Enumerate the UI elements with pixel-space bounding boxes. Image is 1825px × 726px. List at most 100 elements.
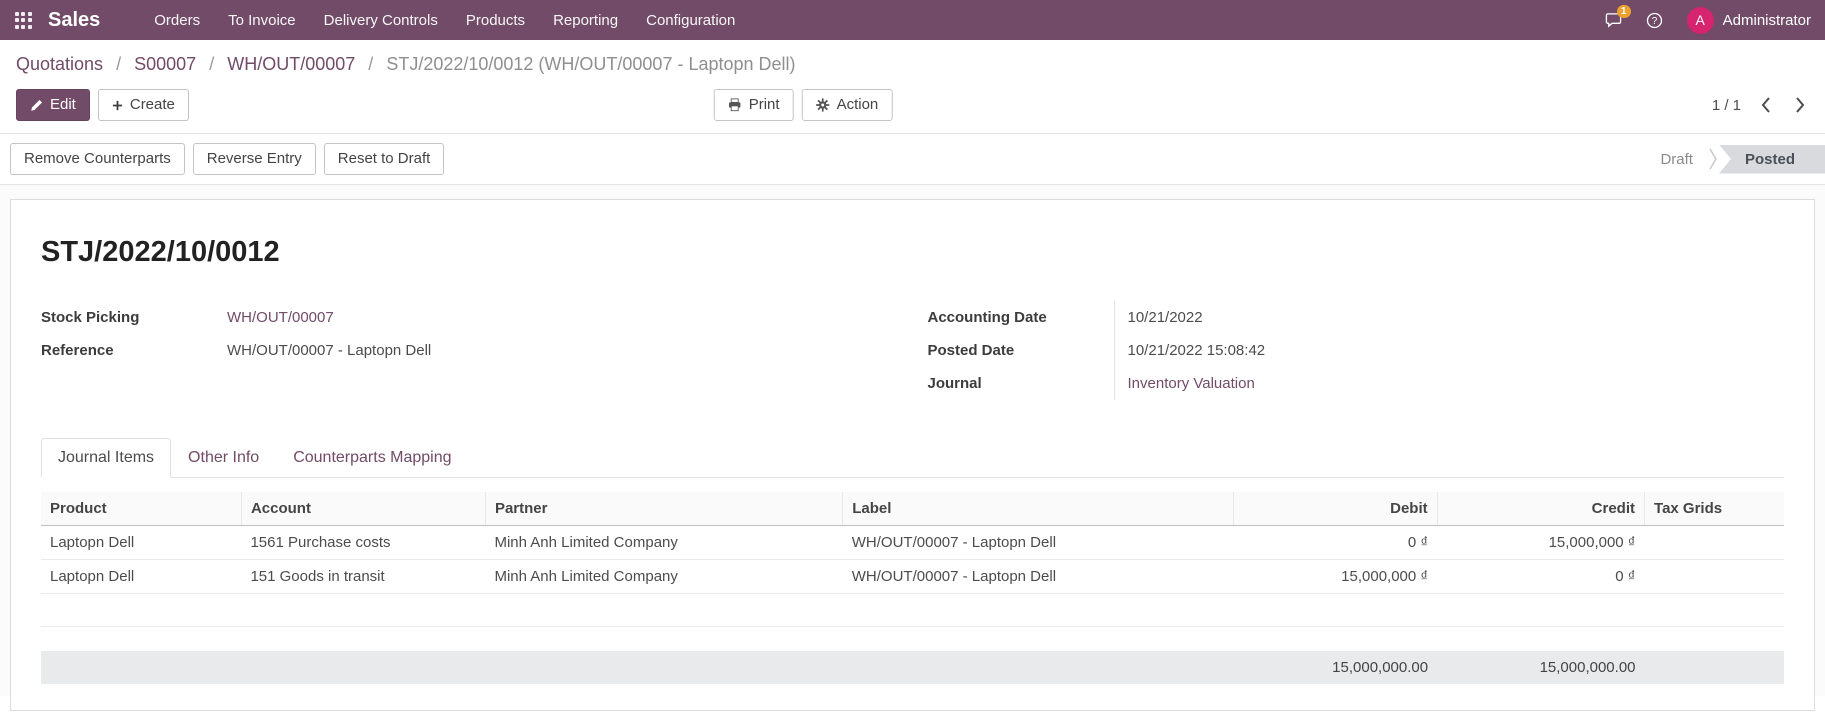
accounting-date-value: 10/21/2022 [1127,309,1203,326]
nav-item-configuration[interactable]: Configuration [632,0,749,40]
column-header-product[interactable]: Product [41,492,242,526]
tab-journal-items[interactable]: Journal Items [41,438,172,478]
empty-table-row [41,593,1784,627]
column-header-partner[interactable]: Partner [484,492,843,526]
column-header-credit[interactable]: Credit [1436,492,1645,526]
nav-item-to-invoice[interactable]: To Invoice [214,0,310,40]
posted-date-value: 10/21/2022 15:08:42 [1127,342,1266,359]
status-draft[interactable]: Draft [1638,145,1715,174]
chevron-right-icon [1796,97,1805,113]
nav-item-reporting[interactable]: Reporting [539,0,632,40]
column-header-debit[interactable]: Debit [1232,492,1438,526]
nav-item-products[interactable]: Products [452,0,539,40]
table-row[interactable]: Laptopn Dell 1561 Purchase costs Minh An… [41,525,1784,560]
breadcrumb-separator: / [368,54,374,74]
nav-item-delivery-controls[interactable]: Delivery Controls [310,0,452,40]
cell-account: 1561 Purchase costs [241,525,486,560]
journal-value[interactable]: Inventory Valuation [1128,375,1255,392]
journal-items-table: Product Account Partner Label Debit Cred… [41,492,1784,684]
tab-counterparts-mapping[interactable]: Counterparts Mapping [276,438,468,478]
edit-button-label: Edit [50,96,76,113]
stock-picking-value[interactable]: WH/OUT/00007 [227,309,334,326]
pager-previous-button[interactable] [1757,95,1775,115]
form-sheet: STJ/2022/10/0012 Stock Picking WH/OUT/00… [10,199,1815,711]
pencil-icon [31,99,43,111]
field-label-accounting-date: Accounting Date [927,309,1047,326]
form-toolbar: Remove Counterparts Reverse Entry Reset … [0,134,1825,185]
cell-tax-grids [1644,559,1784,594]
cell-product: Laptopn Dell [41,525,242,560]
table-header-row: Product Account Partner Label Debit Cred… [41,492,1784,526]
nav-item-orders[interactable]: Orders [140,0,214,40]
reverse-entry-button[interactable]: Reverse Entry [192,143,316,175]
cell-partner: Minh Anh Limited Company [485,525,843,560]
field-accounting-date: Accounting Date 10/21/2022 [928,301,1785,334]
tab-other-info[interactable]: Other Info [171,438,276,478]
remove-counterparts-button[interactable]: Remove Counterparts [10,143,185,175]
field-stock-picking: Stock Picking WH/OUT/00007 [41,301,898,334]
totals-row: 15,000,000.00 15,000,000.00 [41,650,1784,684]
create-button[interactable]: Create [97,89,189,121]
navbar-systray: 1 ? A Administrator [1605,0,1825,40]
cell-partner: Minh Anh Limited Company [485,559,843,594]
cell-label: WH/OUT/00007 - Laptopn Dell [842,559,1234,594]
reset-to-draft-button[interactable]: Reset to Draft [323,143,445,175]
cell-debit: 15,000,000 ₫ [1233,559,1438,594]
avatar: A [1686,6,1714,34]
notification-badge: 1 [1616,4,1631,18]
pager-next-button[interactable] [1791,95,1809,115]
right-field-group: Accounting Date 10/21/2022 Posted Date 1… [928,301,1785,400]
help-button[interactable]: ? [1646,12,1663,29]
total-credit: 15,000,000.00 [1437,650,1645,684]
cell-credit: 15,000,000 ₫ [1437,525,1645,560]
field-reference: Reference WH/OUT/00007 - Laptopn Dell [41,334,898,367]
breadcrumb-link-quotations[interactable]: Quotations [16,54,103,74]
field-label-stock-picking: Stock Picking [41,309,140,326]
field-groups: Stock Picking WH/OUT/00007 Reference WH/… [41,301,1784,400]
cell-account: 151 Goods in transit [241,559,486,594]
form-view: STJ/2022/10/0012 Stock Picking WH/OUT/00… [0,185,1825,711]
table-row[interactable]: Laptopn Dell 151 Goods in transit Minh A… [41,559,1784,594]
breadcrumb-separator: / [116,54,122,74]
messages-button[interactable]: 1 [1605,4,1631,29]
field-journal: Journal Inventory Valuation [928,367,1785,400]
breadcrumb-current: STJ/2022/10/0012 (WH/OUT/00007 - Laptopn… [386,54,796,74]
left-field-group: Stock Picking WH/OUT/00007 Reference WH/… [41,301,898,400]
user-name: Administrator [1722,11,1811,29]
cell-credit: 0 ₫ [1437,559,1645,594]
create-button-label: Create [129,96,175,113]
field-label-posted-date: Posted Date [927,342,1015,359]
svg-text:?: ? [1651,15,1657,26]
statusbar: Draft Posted [1638,144,1825,174]
gear-icon [816,98,830,112]
field-label-journal: Journal [927,375,982,392]
total-debit: 15,000,000.00 [1233,650,1438,684]
chevron-left-icon [1761,97,1770,113]
breadcrumb-separator: / [209,54,215,74]
table-spacer [41,627,1784,651]
notebook-tabs: Journal Items Other Info Counterparts Ma… [41,438,1784,478]
apps-grid-icon [14,11,32,29]
app-name[interactable]: Sales [48,9,100,32]
breadcrumb: Quotations / S00007 / WH/OUT/00007 / STJ… [0,40,1825,83]
breadcrumb-link-s00007[interactable]: S00007 [134,54,196,74]
user-menu[interactable]: A Administrator [1686,0,1811,40]
edit-button[interactable]: Edit [16,89,90,121]
apps-menu-button[interactable] [0,0,46,40]
cell-debit: 0 ₫ [1233,525,1438,560]
status-posted[interactable]: Posted [1718,144,1825,174]
cell-product: Laptopn Dell [41,559,242,594]
column-header-label[interactable]: Label [842,492,1234,526]
breadcrumb-link-wh-out-00007[interactable]: WH/OUT/00007 [227,54,355,74]
action-button-label: Action [836,96,879,113]
field-label-reference: Reference [41,342,114,359]
column-header-tax-grids[interactable]: Tax Grids [1644,492,1784,526]
action-button[interactable]: Action [801,89,893,121]
print-icon [729,98,741,112]
column-header-account[interactable]: Account [240,492,486,526]
print-button[interactable]: Print [713,89,794,121]
reference-value: WH/OUT/00007 - Laptopn Dell [227,342,432,359]
pager: 1 / 1 [1711,96,1741,114]
page-title: STJ/2022/10/0012 [41,236,280,268]
field-posted-date: Posted Date 10/21/2022 15:08:42 [928,334,1785,367]
